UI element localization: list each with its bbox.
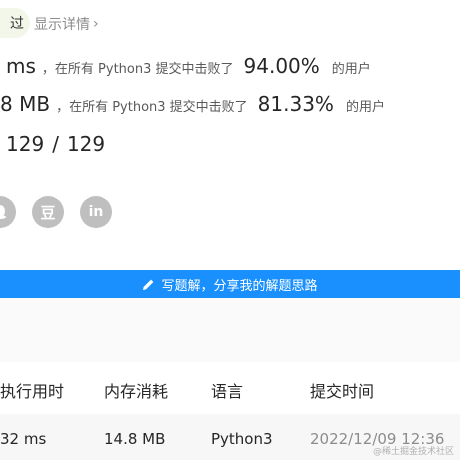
runtime-percent: 94.00% bbox=[243, 54, 320, 78]
table-header-language: 语言 bbox=[211, 382, 244, 401]
runtime-stat: ms ，在所有 Python3 提交中击败了 94.00% 的用户 bbox=[6, 54, 371, 78]
table-header-time: 提交时间 bbox=[310, 382, 375, 401]
runtime-suffix: 的用户 bbox=[331, 62, 371, 77]
memory-value: 8 MB bbox=[0, 92, 51, 116]
qq-glyph bbox=[0, 205, 6, 219]
watermark: @稀土掘金技术社区 bbox=[372, 447, 454, 457]
memory-suffix: 的用户 bbox=[345, 100, 385, 115]
memory-description: ，在所有 Python3 提交中击败了 bbox=[56, 100, 248, 115]
share-buttons: 豆 in bbox=[0, 196, 112, 228]
write-solution-button[interactable]: 写题解，分享我的解题思路 bbox=[0, 270, 460, 298]
testcases-separator: / bbox=[52, 132, 59, 156]
testcases-passed: 129 bbox=[6, 132, 45, 156]
runtime-description: ，在所有 Python3 提交中击败了 bbox=[41, 62, 234, 77]
linkedin-icon[interactable]: in bbox=[80, 196, 112, 228]
testcases-total: 129 bbox=[66, 132, 106, 156]
cell-language: Python3 bbox=[211, 430, 273, 448]
show-details-link[interactable]: 显示详情 › bbox=[34, 14, 99, 34]
write-solution-label: 写题解，分享我的解题思路 bbox=[161, 278, 318, 294]
linkedin-glyph: in bbox=[88, 204, 104, 220]
pencil-icon bbox=[143, 279, 154, 290]
status-badge-text: 过 bbox=[10, 16, 24, 32]
show-details-label: 显示详情 bbox=[34, 17, 90, 33]
testcases-stat: 129 / 129 bbox=[6, 132, 105, 156]
status-badge: 过 bbox=[0, 8, 30, 38]
runtime-value: ms bbox=[6, 54, 36, 78]
douban-icon[interactable]: 豆 bbox=[32, 196, 64, 228]
chevron-right-icon: › bbox=[93, 16, 99, 32]
table-header-runtime: 执行用时 bbox=[0, 382, 65, 401]
cell-memory: 14.8 MB bbox=[104, 430, 166, 448]
douban-glyph: 豆 bbox=[40, 203, 56, 222]
section-divider bbox=[0, 298, 460, 362]
memory-percent: 81.33% bbox=[257, 92, 334, 116]
memory-stat: 8 MB ，在所有 Python3 提交中击败了 81.33% 的用户 bbox=[0, 92, 385, 116]
cell-runtime: 32 ms bbox=[0, 430, 47, 448]
qq-icon[interactable] bbox=[0, 196, 16, 228]
table-header-memory: 内存消耗 bbox=[104, 382, 169, 401]
